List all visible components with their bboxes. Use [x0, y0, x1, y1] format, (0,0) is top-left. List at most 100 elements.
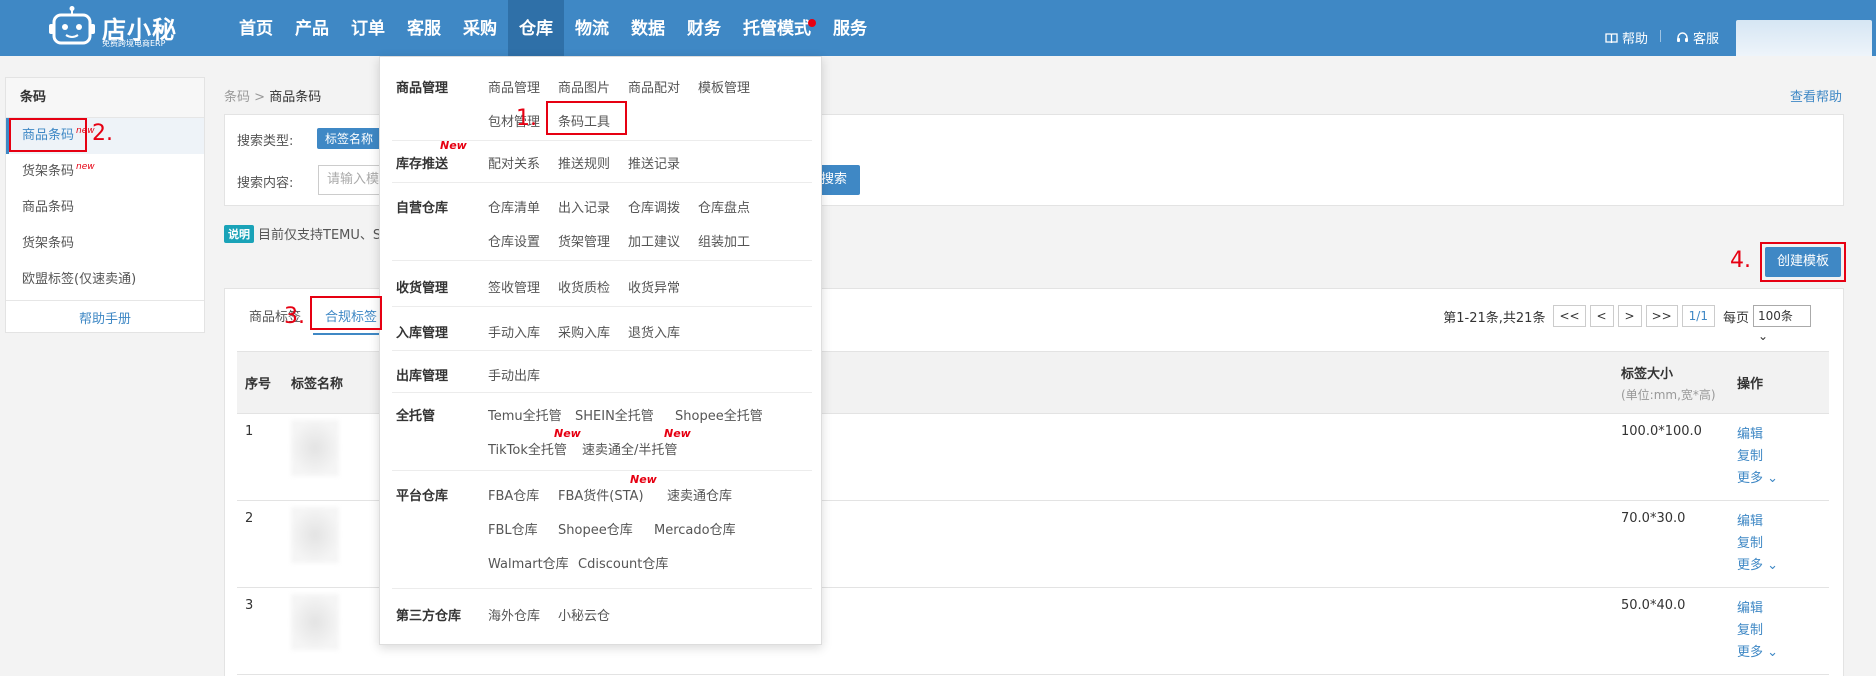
sidebar-item-label: 商品条码 [22, 128, 75, 143]
search-type-tag[interactable]: 标签名称 [317, 128, 382, 149]
tab-compliance-label[interactable]: 合规标签 [313, 301, 390, 335]
menu-item-fba-sta[interactable]: FBA货件(STA) [558, 485, 644, 504]
nav-service[interactable]: 客服 [396, 0, 452, 56]
nav-home[interactable]: 首页 [228, 0, 284, 56]
top-navbar: 店小秘 免费跨境电商ERP 首页 产品 订单 客服 采购 仓库 物流 数据 财务… [0, 0, 1876, 56]
menu-item-shopee-hosting[interactable]: Shopee全托管 [675, 405, 763, 424]
copy-link[interactable]: 复制 [1737, 446, 1821, 468]
menu-item-product-mgmt[interactable]: 商品管理 [488, 77, 540, 96]
per-page-select[interactable]: 100条 ⌄ [1753, 305, 1811, 343]
copy-link[interactable]: 复制 [1737, 620, 1821, 642]
nav-data[interactable]: 数据 [620, 0, 676, 56]
page-indicator[interactable]: 1/1 [1681, 305, 1715, 327]
edit-link[interactable]: 编辑 [1737, 598, 1821, 620]
menu-item-mercado-warehouse[interactable]: Mercado仓库 [654, 519, 736, 538]
menu-item-receiving-exception[interactable]: 收货异常 [628, 277, 680, 296]
menu-section-outbound: 出库管理 手动出库 [392, 351, 812, 393]
pagination: 第1-21条,共21条 << < > >> 1/1 每页 100条 ⌄ [1443, 305, 1811, 343]
sidebar-item-shelf-barcode-new[interactable]: 货架条码 new [6, 154, 204, 190]
more-link[interactable]: 更多 ⌄ [1737, 555, 1821, 577]
menu-item-manual-outbound[interactable]: 手动出库 [488, 365, 540, 384]
first-page-button[interactable]: << [1553, 305, 1586, 327]
breadcrumb: 条码 > 商品条码 [224, 86, 321, 105]
menu-item-manual-inbound[interactable]: 手动入库 [488, 322, 540, 341]
next-page-button[interactable]: > [1617, 305, 1642, 327]
search-input[interactable]: 请输入模 [318, 165, 388, 195]
edit-link[interactable]: 编辑 [1737, 424, 1821, 446]
nav-logistics[interactable]: 物流 [564, 0, 620, 56]
more-link[interactable]: 更多 ⌄ [1737, 642, 1821, 664]
edit-link[interactable]: 编辑 [1737, 511, 1821, 533]
menu-item-barcode-tool[interactable]: 条码工具 [558, 111, 610, 130]
chevron-down-icon: ⌄ [1767, 645, 1779, 660]
menu-item-template-mgmt[interactable]: 模板管理 [698, 77, 750, 96]
sidebar-item-shelf-barcode[interactable]: 货架条码 [6, 226, 204, 262]
copy-link[interactable]: 复制 [1737, 533, 1821, 555]
nav-hosting-mode[interactable]: 托管模式 [732, 0, 822, 56]
logo-subtitle: 免费跨境电商ERP [102, 39, 166, 48]
prev-page-button[interactable]: < [1589, 305, 1614, 327]
menu-item-in-out-records[interactable]: 出入记录 [558, 197, 610, 216]
more-link[interactable]: 更多 ⌄ [1737, 468, 1821, 490]
breadcrumb-current: 商品条码 [269, 90, 322, 105]
menu-item-cdiscount-warehouse[interactable]: Cdiscount仓库 [578, 553, 668, 572]
nav-finance[interactable]: 财务 [676, 0, 732, 56]
last-page-button[interactable]: >> [1645, 305, 1678, 327]
menu-item-xiaomi-cloud-warehouse[interactable]: 小秘云仓 [558, 605, 610, 624]
menu-item-warehouse-settings[interactable]: 仓库设置 [488, 231, 540, 250]
sidebar-item-label: 商品条码 [22, 200, 75, 215]
menu-item-push-records[interactable]: 推送记录 [628, 153, 680, 172]
sidebar-item-eu-label[interactable]: 欧盟标签(仅速卖通) [6, 262, 204, 298]
help-link-top[interactable]: 帮助 [1605, 28, 1648, 47]
menu-item-stocktake[interactable]: 仓库盘点 [698, 197, 750, 216]
menu-item-qc[interactable]: 收货质检 [558, 277, 610, 296]
nav-purchase[interactable]: 采购 [452, 0, 508, 56]
menu-item-pairing-relations[interactable]: 配对关系 [488, 153, 540, 172]
menu-item-product-pairing[interactable]: 商品配对 [628, 77, 680, 96]
menu-item-assembly[interactable]: 组装加工 [698, 231, 750, 250]
menu-item-warehouse-transfer[interactable]: 仓库调拨 [628, 197, 680, 216]
menu-item-warehouse-list[interactable]: 仓库清单 [488, 197, 540, 216]
nav-products[interactable]: 产品 [284, 0, 340, 56]
breadcrumb-root[interactable]: 条码 [224, 90, 250, 105]
menu-item-purchase-inbound[interactable]: 采购入库 [558, 322, 610, 341]
menu-item-shopee-warehouse[interactable]: Shopee仓库 [558, 519, 633, 538]
create-template-button[interactable]: 创建模板 [1765, 247, 1841, 277]
customer-service-link[interactable]: 客服 [1676, 28, 1719, 47]
help-manual-link[interactable]: 帮助手册 [6, 300, 204, 338]
cell-no: 2 [237, 500, 283, 588]
menu-item-push-rules[interactable]: 推送规则 [558, 153, 610, 172]
menu-item-sign-mgmt[interactable]: 签收管理 [488, 277, 540, 296]
menu-item-aliexpress-hosting[interactable]: 速卖通全/半托管 [582, 439, 677, 458]
logo[interactable]: 店小秘 免费跨境电商ERP [48, 4, 178, 52]
menu-item-overseas-warehouse[interactable]: 海外仓库 [488, 605, 540, 624]
view-help-link[interactable]: 查看帮助 [1790, 86, 1842, 105]
annotation-number-3: 3. [284, 304, 305, 329]
menu-item-product-images[interactable]: 商品图片 [558, 77, 610, 96]
menu-item-shelf-mgmt[interactable]: 货架管理 [558, 231, 610, 250]
col-header-no: 序号 [237, 351, 283, 414]
menu-item-aliexpress-warehouse[interactable]: 速卖通仓库 [667, 485, 732, 504]
nav-label: 财务 [687, 19, 721, 39]
book-icon [1605, 32, 1618, 43]
nav-services[interactable]: 服务 [822, 0, 878, 56]
menu-item-shein-hosting[interactable]: SHEIN全托管 [575, 405, 654, 424]
menu-item-temu-hosting[interactable]: Temu全托管 [488, 405, 562, 424]
cell-size: 100.0*100.0 [1613, 413, 1729, 501]
nav-warehouse[interactable]: 仓库 [508, 0, 564, 56]
nav-label: 物流 [575, 19, 609, 39]
menu-section-title: 第三方仓库 [396, 609, 462, 624]
menu-item-walmart-warehouse[interactable]: Walmart仓库 [488, 553, 569, 572]
more-label: 更多 [1737, 558, 1764, 573]
menu-item-fbl-warehouse[interactable]: FBL仓库 [488, 519, 538, 538]
chevron-down-icon: ⌄ [1767, 471, 1779, 486]
nav-orders[interactable]: 订单 [340, 0, 396, 56]
sidebar-item-product-barcode[interactable]: 商品条码 [6, 190, 204, 226]
user-account-box[interactable] [1736, 20, 1872, 56]
menu-item-tiktok-hosting[interactable]: TikTok全托管 [488, 439, 567, 458]
menu-item-return-inbound[interactable]: 退货入库 [628, 322, 680, 341]
menu-item-processing-advice[interactable]: 加工建议 [628, 231, 680, 250]
divider [1660, 30, 1661, 42]
menu-item-fba-warehouse[interactable]: FBA仓库 [488, 485, 539, 504]
menu-section-own-warehouse: 自营仓库 仓库清单 出入记录 仓库调拨 仓库盘点 仓库设置 货架管理 加工建议 … [392, 183, 812, 261]
